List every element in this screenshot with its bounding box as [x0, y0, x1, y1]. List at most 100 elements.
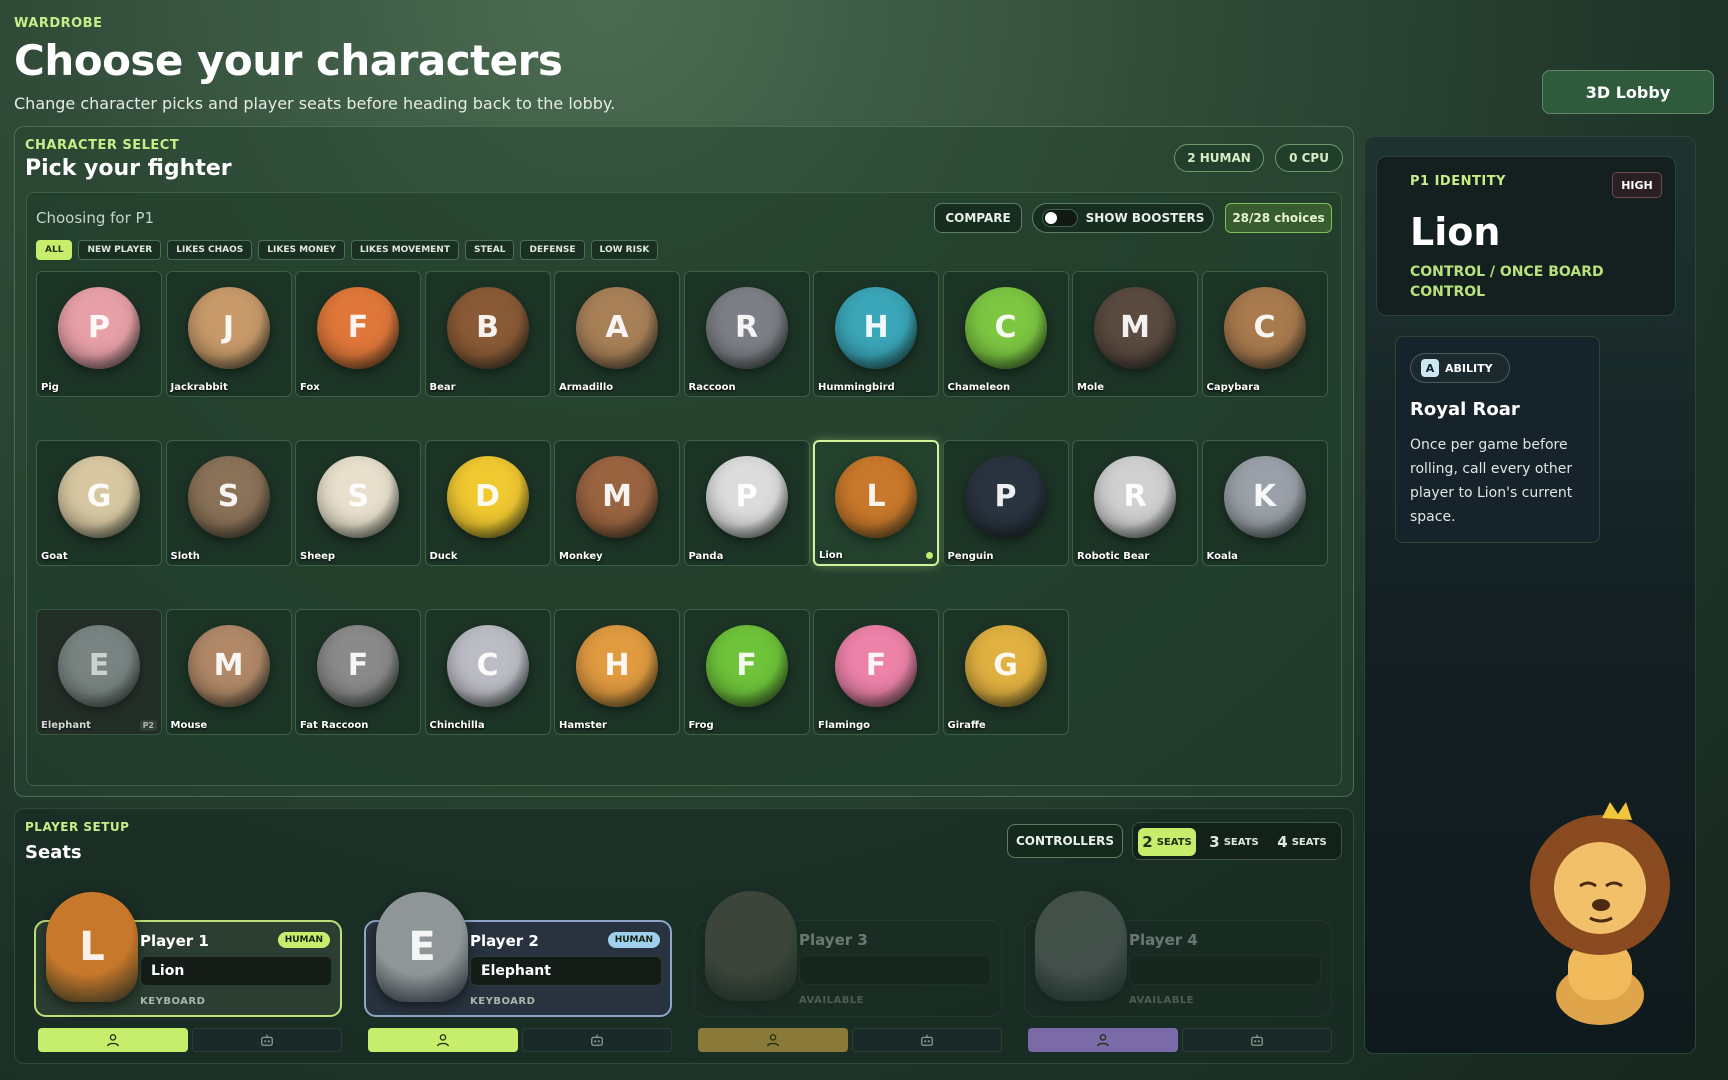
elephant-icon: E — [58, 624, 140, 707]
character-card[interactable]: L Lion — [813, 440, 939, 566]
character-card[interactable]: B Bear — [424, 271, 551, 397]
character-card[interactable]: G Giraffe — [942, 609, 1069, 735]
character-card[interactable]: A Armadillo — [554, 271, 680, 397]
character-name: Sloth — [170, 551, 200, 562]
character-card[interactable]: C Chinchilla — [424, 609, 551, 735]
character-card[interactable]: K Koala — [1201, 440, 1328, 566]
filter-chip[interactable]: ALL — [36, 240, 73, 260]
seat-human-badge: HUMAN — [607, 932, 660, 948]
seat-input-label: KEYBOARD — [470, 996, 536, 1007]
character-card[interactable]: F Fat Raccoon — [295, 609, 421, 735]
seat-option-2[interactable]: 2 SEATS — [1138, 828, 1196, 856]
seat-character-field[interactable] — [799, 955, 991, 985]
character-name: Hummingbird — [818, 382, 895, 393]
frog-icon: F — [705, 624, 788, 707]
character-name: Robotic Bear — [1077, 551, 1150, 562]
character-card[interactable]: H Hamster — [554, 609, 680, 735]
armadillo-icon: A — [576, 286, 658, 369]
filter-chip[interactable]: LIKES MOVEMENT — [350, 240, 459, 260]
show-boosters-toggle[interactable]: SHOW BOOSTERS — [1032, 203, 1214, 233]
character-name: Armadillo — [559, 382, 614, 393]
seat-player-name: Player 4 — [1129, 931, 1198, 949]
seat-card-player-1[interactable]: L Player 1 HUMAN Lion KEYBOARD — [34, 892, 342, 1017]
character-card[interactable]: C Chameleon — [942, 271, 1069, 397]
character-card[interactable]: S Sheep — [295, 440, 421, 566]
character-card[interactable]: F Fox — [295, 271, 421, 397]
character-card[interactable]: R Raccoon — [683, 271, 810, 397]
koala-icon: K — [1223, 455, 1306, 538]
filter-chip[interactable]: NEW PLAYER — [78, 240, 162, 260]
duck-icon: D — [446, 455, 529, 538]
person-icon — [767, 1034, 779, 1047]
filter-chip[interactable]: LOW RISK — [590, 240, 659, 260]
seat-human-toggle[interactable] — [368, 1028, 518, 1052]
seat-count-selector: 2 SEATS 3 SEATS 4 SEATS — [1132, 822, 1342, 860]
robotic-bear-icon: R — [1094, 455, 1176, 538]
character-card[interactable]: R Robotic Bear — [1072, 440, 1198, 566]
character-name: Jackrabbit — [170, 382, 228, 393]
character-name: Pig — [41, 382, 59, 393]
taken-by-tag: P2 — [139, 720, 157, 731]
ability-key-icon: A — [1421, 359, 1439, 377]
character-card[interactable]: S Sloth — [165, 440, 292, 566]
seat-character-field[interactable]: Elephant — [470, 956, 662, 986]
seat-cpu-toggle[interactable] — [522, 1028, 672, 1052]
character-card[interactable]: E Elephant P2 — [36, 609, 162, 735]
identity-level-badge: HIGH — [1612, 172, 1662, 198]
seat-character-field[interactable] — [1129, 955, 1321, 985]
seat-input-label: AVAILABLE — [799, 995, 865, 1006]
toggle-switch-icon[interactable] — [1041, 209, 1078, 227]
seat-option-4[interactable]: 4 SEATS — [1269, 828, 1335, 856]
seat-option-3[interactable]: 3 SEATS — [1205, 828, 1263, 856]
character-name: Hamster — [559, 720, 607, 731]
ability-chip: A ABILITY — [1410, 353, 1510, 383]
choosing-label: Choosing for P1 — [36, 209, 155, 227]
person-icon — [107, 1034, 119, 1047]
fox-icon: F — [317, 286, 399, 369]
character-card[interactable]: P Pig — [36, 271, 162, 397]
character-card[interactable]: P Panda — [683, 440, 810, 566]
filter-chips: ALL NEW PLAYER LIKES CHAOS LIKES MONEY LIKES… — [36, 240, 659, 260]
seat-human-badge: HUMAN — [277, 932, 330, 948]
seat-human-toggle[interactable] — [1028, 1028, 1178, 1052]
character-name: Penguin — [947, 551, 994, 562]
character-card[interactable]: M Monkey — [554, 440, 680, 566]
robot-icon — [1251, 1034, 1263, 1046]
character-name: Flamingo — [818, 720, 871, 731]
seat-human-toggle[interactable] — [698, 1028, 848, 1052]
filter-chip[interactable]: LIKES CHAOS — [167, 240, 253, 260]
seat-card-player-2[interactable]: E Player 2 HUMAN Elephant KEYBOARD — [364, 892, 672, 1017]
character-card[interactable]: P Penguin — [942, 440, 1069, 566]
lion-icon: L — [835, 455, 917, 538]
jackrabbit-icon: J — [187, 286, 270, 369]
seat-cpu-toggle[interactable] — [852, 1028, 1002, 1052]
character-select-eyebrow: CHARACTER SELECT — [25, 138, 180, 153]
character-card[interactable]: M Mouse — [165, 609, 292, 735]
controllers-button[interactable]: CONTROLLERS — [1007, 824, 1123, 858]
character-card[interactable]: F Flamingo — [813, 609, 939, 735]
seat-card-player-3[interactable]: Player 3 AVAILABLE — [694, 891, 1002, 1017]
character-card[interactable]: J Jackrabbit — [165, 271, 292, 397]
lion-seat-avatar-icon: L — [46, 892, 138, 1002]
character-card[interactable]: D Duck — [424, 440, 551, 566]
lobby-button[interactable]: 3D Lobby — [1542, 70, 1714, 114]
seat-input-label: AVAILABLE — [1129, 995, 1195, 1006]
character-card[interactable]: H Hummingbird — [813, 271, 939, 397]
character-select-title: Pick your fighter — [25, 156, 232, 181]
filter-chip[interactable]: LIKES MONEY — [258, 240, 345, 260]
seat-card-player-4[interactable]: Player 4 AVAILABLE — [1024, 891, 1332, 1017]
goat-icon: G — [58, 455, 140, 538]
seat-cpu-toggle[interactable] — [192, 1028, 342, 1052]
filter-chip[interactable]: DEFENSE — [520, 240, 585, 260]
character-name: Raccoon — [688, 382, 736, 393]
character-card[interactable]: C Capybara — [1201, 271, 1328, 397]
character-card[interactable]: G Goat — [36, 440, 162, 566]
compare-button[interactable]: COMPARE — [934, 203, 1022, 233]
character-card[interactable]: F Frog — [683, 609, 810, 735]
seat-human-toggle[interactable] — [38, 1028, 188, 1052]
filter-chip[interactable]: STEAL — [464, 240, 515, 260]
character-card[interactable]: M Mole — [1072, 271, 1198, 397]
seat-option-number: 2 — [1142, 833, 1153, 851]
seat-cpu-toggle[interactable] — [1182, 1028, 1332, 1052]
seat-character-field[interactable]: Lion — [140, 956, 332, 986]
